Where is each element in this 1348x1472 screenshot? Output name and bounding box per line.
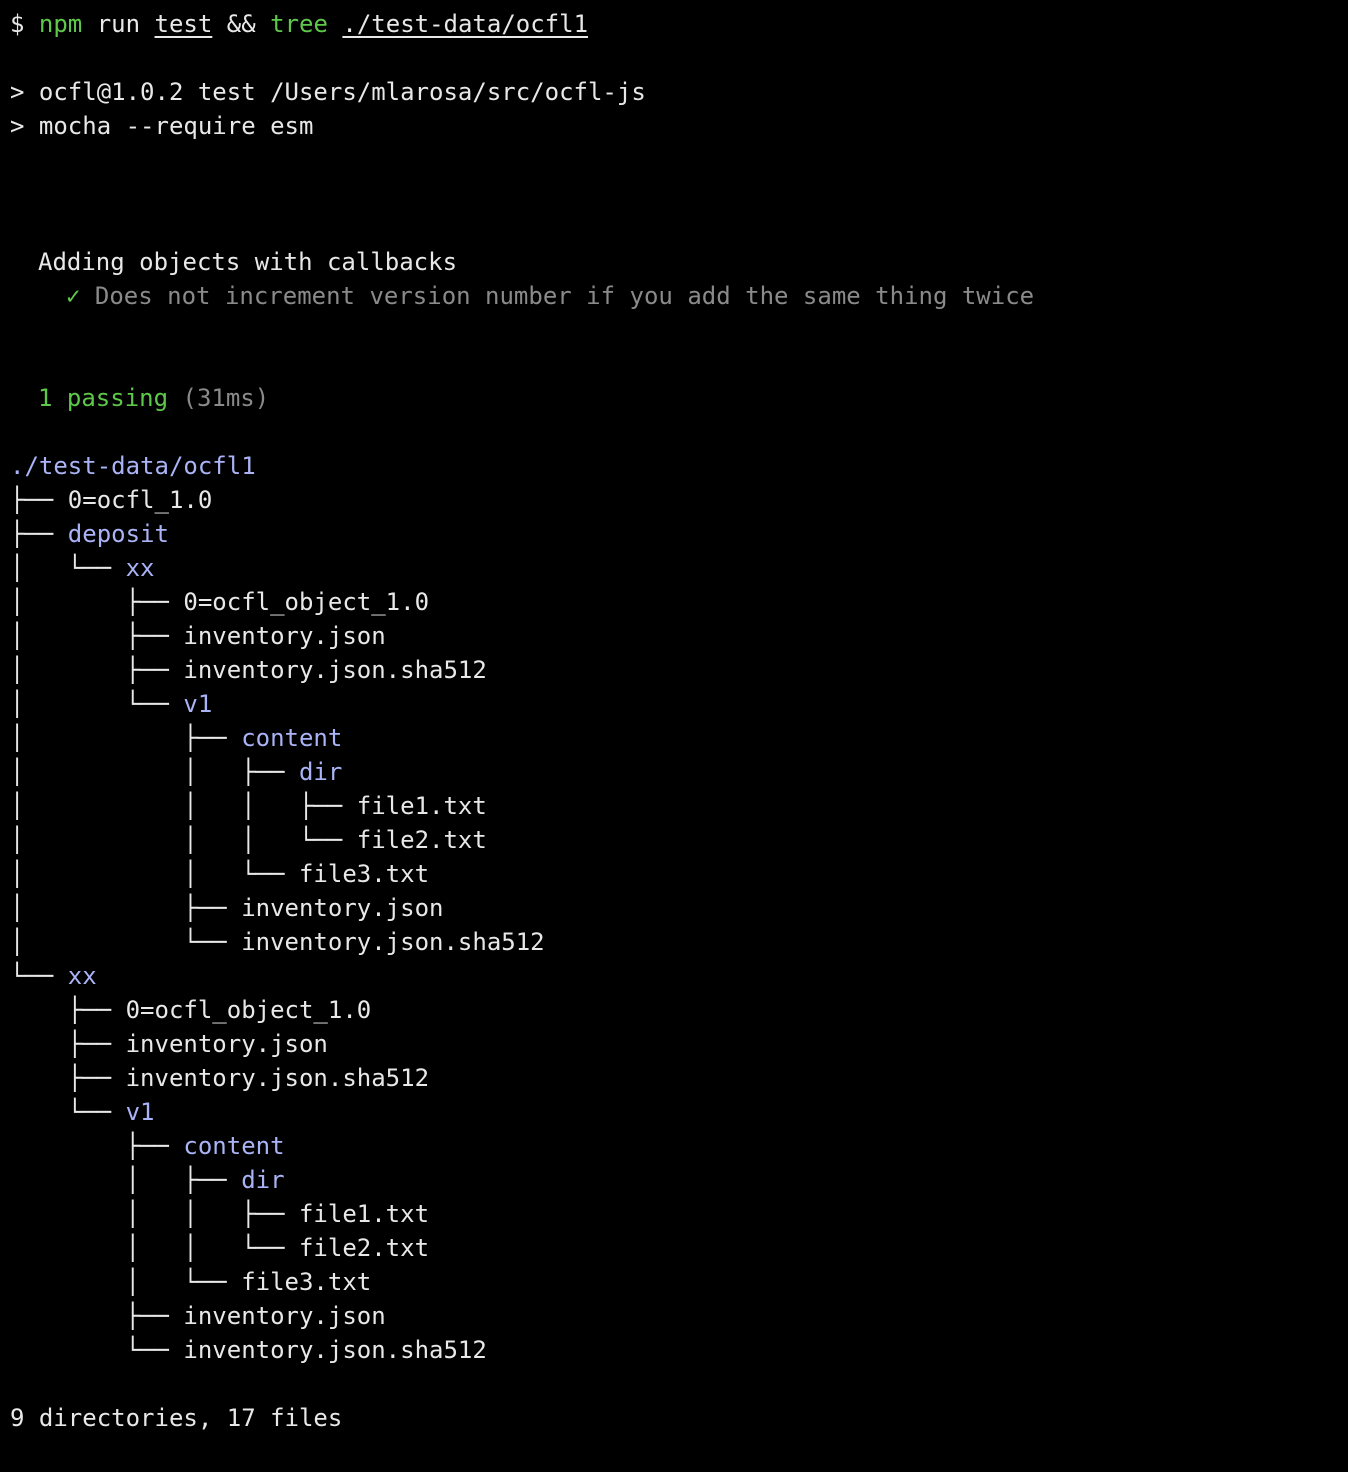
tree-file-entry: └── inventory.json.sha512 (10, 1333, 487, 1367)
directory-name: deposit (67, 520, 169, 548)
tree-command: tree (270, 10, 328, 38)
file-name: 0=ocfl_object_1.0 (183, 588, 430, 616)
tree-branch-connector: │ ├── (10, 588, 184, 616)
file-name: inventory.json (241, 894, 444, 922)
directory-name: v1 (125, 1098, 155, 1126)
tree-directory-entry: ├── deposit (10, 517, 169, 551)
tree-file-entry: │ ├── 0=ocfl_object_1.0 (10, 585, 429, 619)
run-arg: run (96, 10, 141, 38)
directory-name: content (183, 1132, 285, 1160)
file-name: inventory.json.sha512 (241, 928, 545, 956)
tree-branch-connector: ├── (10, 1302, 184, 1330)
tree-branch-connector: ├── (10, 1030, 126, 1058)
tree-summary: 9 directories, 17 files (10, 1404, 343, 1432)
tree-branch-connector: │ ├── (10, 1166, 242, 1194)
tree-file-entry: │ │ └── file2.txt (10, 1231, 429, 1265)
file-name: inventory.json.sha512 (125, 1064, 430, 1092)
tree-file-entry: │ └── file3.txt (10, 1265, 372, 1299)
tree-file-entry: │ │ │ └── file2.txt (10, 823, 487, 857)
tree-branch-connector: │ └── (10, 1268, 242, 1296)
file-name: inventory.json (125, 1030, 328, 1058)
tree-branch-connector: │ ├── (10, 724, 242, 752)
file-name: file2.txt (356, 826, 487, 854)
directory-name: dir (298, 758, 343, 786)
tree-file-entry: │ └── inventory.json.sha512 (10, 925, 545, 959)
tree-branch-connector: ├── (10, 996, 126, 1024)
shell-prompt: $ (10, 10, 25, 38)
passing-count: 1 passing (38, 384, 169, 412)
tree-branch-connector: │ │ │ ├── (10, 792, 357, 820)
tree-file-entry: │ ├── inventory.json.sha512 (10, 653, 487, 687)
tree-branch-connector: │ │ └── (10, 1234, 299, 1262)
test-result: ✓ Does not increment version number if y… (66, 279, 1034, 313)
tree-directory-entry: │ ├── dir (10, 1163, 285, 1197)
file-name: inventory.json (183, 622, 386, 650)
tree-directory-entry: │ └── v1 (10, 687, 212, 721)
tree-branch-connector: │ │ ├── (10, 1200, 299, 1228)
directory-name: v1 (183, 690, 213, 718)
npm-script-header: > ocfl@1.0.2 test /Users/mlarosa/src/ocf… (10, 78, 646, 106)
tree-branch-connector: │ ├── (10, 656, 184, 684)
test-title: Does not increment version number if you… (94, 282, 1035, 310)
tree-path-arg: ./test-data/ocfl1 (342, 10, 589, 38)
tree-file-entry: │ ├── inventory.json (10, 619, 386, 653)
tree-file-entry: ├── inventory.json (10, 1299, 386, 1333)
tree-branch-connector: ├── (10, 1132, 184, 1160)
tree-file-entry: ├── inventory.json.sha512 (10, 1061, 429, 1095)
test-suite-title: Adding objects with callbacks (38, 248, 458, 276)
test-arg: test (154, 10, 213, 38)
tree-branch-connector: └── (10, 962, 68, 990)
tree-branch-connector: │ │ │ └── (10, 826, 357, 854)
tree-branch-connector: │ ├── (10, 622, 184, 650)
tree-branch-connector: │ │ └── (10, 860, 299, 888)
directory-name: dir (241, 1166, 285, 1194)
tree-directory-entry: │ └── xx (10, 551, 155, 585)
tree-branch-connector: ├── (10, 1064, 126, 1092)
file-name: file1.txt (298, 1200, 430, 1228)
tree-file-entry: │ │ └── file3.txt (10, 857, 429, 891)
test-duration: (31ms) (182, 384, 270, 412)
file-name: inventory.json (183, 1302, 386, 1330)
file-name: file2.txt (298, 1234, 430, 1262)
tree-file-entry: │ │ ├── file1.txt (10, 1197, 429, 1231)
file-name: file1.txt (356, 792, 487, 820)
checkmark-icon: ✓ (66, 282, 81, 310)
tree-file-entry: ├── 0=ocfl_1.0 (10, 483, 212, 517)
tree-directory-entry: │ │ ├── dir (10, 755, 342, 789)
tree-branch-connector: ├── (10, 520, 68, 548)
tree-branch-connector: │ └── (10, 690, 184, 718)
command-line: $ npm run test && tree ./test-data/ocfl1 (10, 7, 588, 41)
file-name: inventory.json.sha512 (183, 656, 487, 684)
directory-name: xx (67, 962, 97, 990)
directory-name: xx (125, 554, 155, 582)
tree-directory-entry: └── xx (10, 959, 97, 993)
and-operator: && (226, 10, 256, 38)
file-name: 0=ocfl_object_1.0 (125, 996, 372, 1024)
tree-branch-connector: ├── (10, 486, 68, 514)
tree-file-entry: │ ├── inventory.json (10, 891, 443, 925)
npm-script-command: > mocha --require esm (10, 112, 314, 140)
npm-command: npm (38, 10, 83, 38)
file-name: inventory.json.sha512 (183, 1336, 487, 1364)
tree-file-entry: ├── inventory.json (10, 1027, 328, 1061)
tree-branch-connector: └── (10, 1336, 184, 1364)
directory-name: content (241, 724, 343, 752)
tree-directory-entry: ├── content (10, 1129, 285, 1163)
tree-root: ./test-data/ocfl1 (10, 452, 256, 480)
tree-file-entry: ├── 0=ocfl_object_1.0 (10, 993, 371, 1027)
tree-branch-connector: └── (10, 1098, 126, 1126)
test-summary: 1 passing (31ms) (38, 381, 269, 415)
tree-directory-entry: │ ├── content (10, 721, 342, 755)
file-name: file3.txt (298, 860, 430, 888)
tree-file-entry: │ │ │ ├── file1.txt (10, 789, 487, 823)
file-name: file3.txt (241, 1268, 372, 1296)
tree-branch-connector: │ └── (10, 928, 242, 956)
file-name: 0=ocfl_1.0 (67, 486, 213, 514)
tree-branch-connector: │ ├── (10, 894, 242, 922)
tree-branch-connector: │ └── (10, 554, 126, 582)
tree-branch-connector: │ │ ├── (10, 758, 299, 786)
tree-directory-entry: └── v1 (10, 1095, 155, 1129)
